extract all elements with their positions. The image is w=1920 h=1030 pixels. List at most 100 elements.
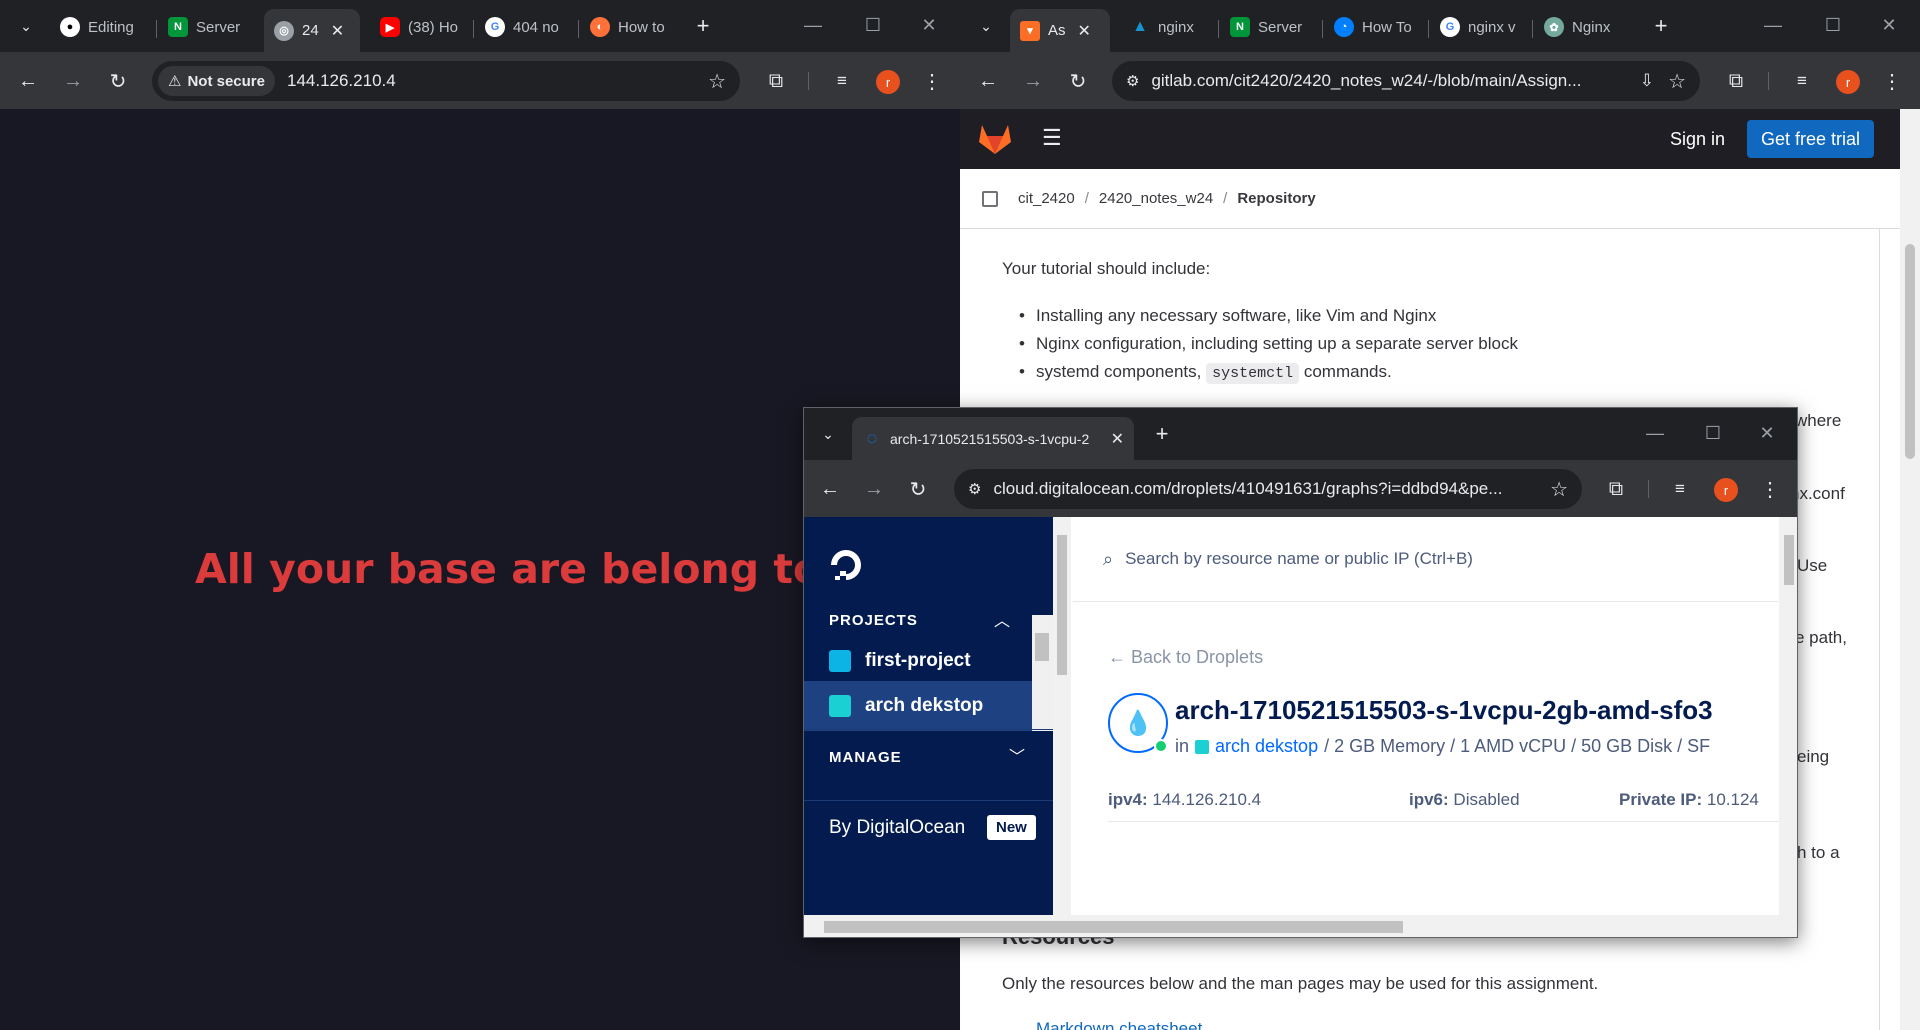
tab-active[interactable]: ◌ arch-1710521515503-s-1vcpu-2 ✕ [852,417,1134,460]
digitalocean-logo-icon[interactable] [828,547,864,583]
extensions-icon[interactable]: ⧉ [1720,65,1752,97]
site-info-icon[interactable]: ⚙ [1126,72,1139,90]
reload-button[interactable]: ↻ [902,473,934,505]
menu-icon[interactable]: ⋮ [1754,473,1786,505]
omnibox[interactable]: ⚠ Not secure 144.126.210.4 ☆ [152,61,740,101]
site-info-icon[interactable]: ⚙ [968,480,981,498]
new-tab-button[interactable]: + [1647,12,1675,40]
maximize-button[interactable]: ☐ [850,10,896,40]
menu-icon[interactable]: ⋮ [1876,65,1908,97]
forward-button[interactable]: → [1017,65,1049,97]
scrollbar-thumb[interactable] [1905,244,1915,459]
horizontal-scrollbar[interactable] [1053,915,1797,937]
new-tab-button[interactable]: + [689,12,717,40]
maximize-button[interactable]: ☐ [1810,10,1856,40]
media-control-icon[interactable]: ≡ [826,65,858,97]
profile-avatar[interactable]: r [876,70,900,94]
breadcrumb-item[interactable]: cit_2420 [1018,190,1075,207]
left-scrollbar[interactable] [1053,517,1071,937]
new-tab-button[interactable]: + [1148,420,1176,448]
project-item-active[interactable]: arch dekstop [804,681,1032,731]
omnibox[interactable]: ⚙ cloud.digitalocean.com/droplets/410491… [954,469,1582,509]
tab-0[interactable]: ● Editing [50,9,155,45]
back-button[interactable]: ← [814,473,846,505]
tab-3[interactable]: ◔ How To [1324,9,1426,45]
chatgpt-icon: ✿ [1544,17,1564,37]
minimize-button[interactable]: — [1750,10,1796,40]
reload-button[interactable]: ↻ [102,65,134,97]
omnibox[interactable]: ⚙ gitlab.com/cit2420/2420_notes_w24/-/bl… [1112,61,1700,101]
search-bar[interactable]: ⌕ Search by resource name or public IP (… [1073,517,1778,602]
chevron-down-icon[interactable]: ﹀ [1009,743,1025,767]
close-window-button[interactable]: ✕ [1866,10,1912,40]
firefox-icon: ◐ [590,17,610,37]
globe-icon: ◎ [274,20,294,41]
project-item[interactable]: first-project [804,636,1032,686]
breadcrumb-item-current[interactable]: Repository [1237,190,1315,207]
sign-in-link[interactable]: Sign in [1670,129,1725,150]
url-text[interactable]: cloud.digitalocean.com/droplets/41049163… [993,479,1523,499]
profile-avatar[interactable]: r [1714,478,1738,502]
tab-1[interactable]: ▲ nginx [1120,9,1215,45]
back-button[interactable]: ← [972,65,1004,97]
nginx-icon: N [1230,17,1250,37]
extensions-icon[interactable]: ⧉ [1600,473,1632,505]
close-window-button[interactable]: ✕ [906,10,952,40]
tab-4[interactable]: G nginx v [1430,9,1530,45]
horizontal-scrollbar-left[interactable] [804,915,1053,937]
by-digitalocean-label[interactable]: By DigitalOcean [829,817,965,839]
resources-text: Only the resources below and the man pag… [1002,974,1599,993]
main-scrollbar[interactable] [1779,517,1797,915]
reload-button[interactable]: ↻ [1062,65,1094,97]
back-button[interactable]: ← [12,65,44,97]
extensions-icon[interactable]: ⧉ [760,65,792,97]
minimize-button[interactable]: — [1632,418,1678,448]
list-item: Nginx configuration, including setting u… [1019,334,1518,354]
tab-2[interactable]: N Server [1220,9,1320,45]
bookmark-star-icon[interactable]: ☆ [1668,69,1686,94]
get-free-trial-button[interactable]: Get free trial [1747,120,1875,158]
security-chip[interactable]: ⚠ Not secure [158,66,275,96]
minimize-button[interactable]: — [790,10,836,40]
url-text[interactable]: 144.126.210.4 [287,71,396,91]
page-scrollbar[interactable] [1900,109,1920,1030]
menu-icon[interactable]: ⋮ [916,65,948,97]
media-control-icon[interactable]: ≡ [1786,65,1818,97]
chevron-up-icon[interactable]: ︿ [994,607,1010,631]
breadcrumb-item[interactable]: 2420_notes_w24 [1099,190,1213,207]
search-input[interactable]: Search by resource name or public IP (Ct… [1125,549,1473,569]
bookmark-star-icon[interactable]: ☆ [1550,477,1568,502]
close-tab-icon[interactable]: ✕ [331,21,344,41]
tab-0-active[interactable]: ▾ As ✕ [1010,9,1110,52]
maximize-button[interactable]: ☐ [1690,418,1736,448]
forward-button[interactable]: → [858,473,890,505]
profile-avatar[interactable]: r [1836,70,1860,94]
tab-search-button[interactable]: ⌄ [12,12,40,40]
tab-search-button[interactable]: ⌄ [814,420,842,448]
gitlab-logo-icon[interactable] [978,123,1012,155]
tab-5[interactable]: ◐ How to [580,9,680,45]
tab-5[interactable]: ✿ Nginx [1534,9,1634,45]
bookmark-star-icon[interactable]: ☆ [708,69,726,94]
close-window-button[interactable]: ✕ [1744,418,1790,448]
project-link[interactable]: arch dekstop [1215,736,1318,757]
tab-3[interactable]: ▶ (38) Ho [370,9,470,45]
url-text[interactable]: gitlab.com/cit2420/2420_notes_w24/-/blob… [1151,71,1591,91]
close-tab-icon[interactable]: ✕ [1078,21,1091,41]
media-control-icon[interactable]: ≡ [1664,473,1696,505]
tab-4[interactable]: G 404 no [475,9,575,45]
digitalocean-icon: ◌ [866,428,878,448]
text-fragment: e path, [1795,628,1847,647]
tab-2-active[interactable]: ◎ 24 ✕ [264,9,360,52]
back-to-droplets-link[interactable]: ← Back to Droplets [1108,647,1263,668]
forward-button[interactable]: → [57,65,89,97]
sidebar-toggle-icon[interactable] [982,190,998,207]
hamburger-menu-icon[interactable]: ☰ [1042,125,1062,151]
close-tab-icon[interactable]: ✕ [1111,429,1124,449]
sidebar-scrollbar[interactable] [1032,615,1053,731]
resource-link[interactable]: Markdown cheatsheet [1036,1019,1202,1030]
droplet-name: arch-1710521515503-s-1vcpu-2gb-amd-sfo3 [1175,695,1713,725]
install-app-icon[interactable]: ⇩ [1640,71,1654,91]
tab-1[interactable]: N Server [158,9,260,45]
tab-search-button[interactable]: ⌄ [972,12,1000,40]
